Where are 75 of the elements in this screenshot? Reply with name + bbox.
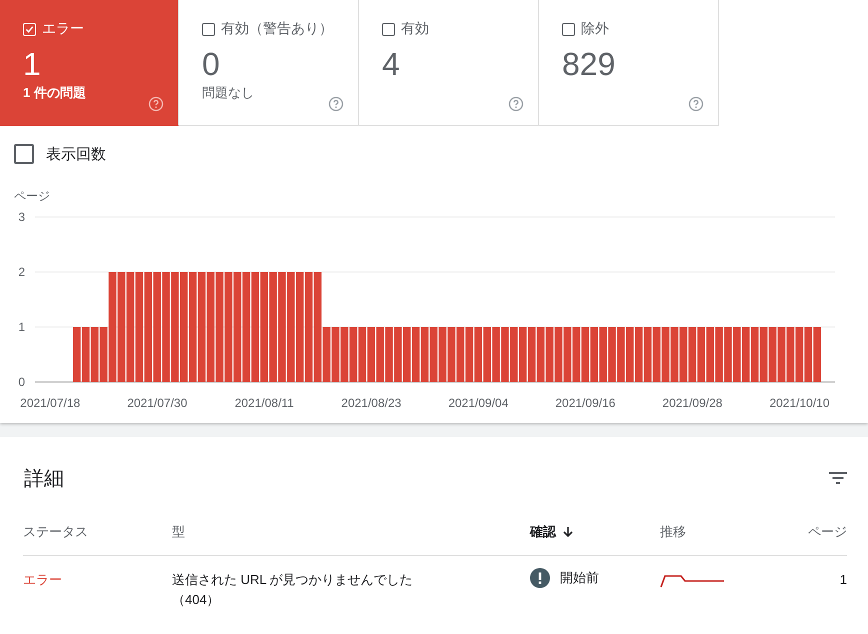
chart-bar	[813, 327, 822, 382]
chart-bar	[742, 327, 750, 382]
chart-bar	[697, 327, 706, 382]
axis-label: 0	[18, 375, 25, 389]
chart-bar	[634, 327, 643, 382]
sort-arrow-icon	[562, 526, 574, 538]
card-count: 4	[382, 45, 401, 84]
chart-bar	[90, 327, 99, 382]
checkbox-label: 表示回数	[46, 144, 106, 164]
card-subtitle: 問題なし	[202, 84, 255, 102]
chart-bar	[528, 327, 536, 382]
column-header[interactable]: 確認	[530, 501, 660, 556]
help-icon[interactable]	[148, 96, 164, 112]
chart-bar	[465, 327, 474, 382]
chart-bar	[518, 327, 527, 382]
chart-bar	[367, 327, 376, 382]
help-icon[interactable]	[688, 96, 704, 112]
filter-icon[interactable]	[828, 471, 848, 485]
card-count: 1	[23, 45, 42, 84]
alert-icon	[530, 568, 550, 588]
card-label: 有効（警告あり）	[221, 20, 333, 38]
table-cell-text: 1	[838, 571, 847, 589]
chart-bar	[536, 327, 545, 382]
axis-label: 3	[18, 210, 25, 224]
chart-bar	[688, 327, 696, 382]
table-cell-text: 送信された URL が見つかりませんでした（404）	[172, 571, 414, 609]
card-label: 除外	[581, 20, 609, 38]
column-header[interactable]: 型	[172, 501, 530, 556]
axis-title: ページ	[14, 188, 51, 205]
chart-bar	[82, 327, 90, 382]
column-header[interactable]: ステータス	[23, 501, 172, 556]
chart-bar	[750, 327, 759, 382]
chart-bar	[804, 327, 812, 382]
card-subtitle: 1 件の問題	[23, 84, 87, 102]
axis-label: 2021/10/10	[769, 396, 830, 410]
axis-label: 2021/08/23	[341, 396, 402, 410]
help-icon[interactable]	[328, 96, 344, 112]
chart-bar	[420, 327, 429, 382]
column-header[interactable]: ページ	[790, 501, 847, 556]
status-card[interactable]: エラー 1 1 件の問題	[0, 0, 179, 126]
checkbox[interactable]	[202, 22, 215, 36]
checkbox[interactable]	[562, 22, 575, 36]
table-cell-text: 開始前	[560, 569, 599, 587]
card-count: 829	[562, 45, 616, 84]
chart-bar	[644, 327, 652, 382]
axis-label: 2021/08/11	[234, 396, 294, 410]
axis-label: 2021/09/28	[662, 396, 722, 410]
axis-label: 2021/09/04	[448, 396, 508, 410]
status-card[interactable]: 除外 829	[539, 0, 719, 126]
status-card[interactable]: 有効 4	[359, 0, 539, 126]
chart-bar	[590, 327, 598, 382]
axis-label: 2021/07/18	[20, 396, 80, 410]
chart-bar	[581, 327, 590, 382]
checkbox[interactable]	[382, 22, 395, 36]
status-card[interactable]: 有効（警告あり） 0 問題なし	[179, 0, 359, 126]
chart-bar	[572, 327, 580, 382]
axis-label: 1	[18, 320, 25, 334]
chart-bar	[72, 327, 81, 382]
axis-label: 2	[18, 265, 25, 279]
chart-bar	[349, 327, 358, 382]
chart-bar	[760, 327, 768, 382]
card-label: エラー	[42, 20, 84, 38]
axis-label: 2021/07/30	[127, 396, 188, 410]
chart-bar	[412, 327, 420, 382]
card-label: 有効	[401, 20, 429, 38]
checkbox[interactable]	[14, 144, 34, 164]
chart-bar	[358, 327, 366, 382]
axis-label: 2021/09/16	[555, 396, 616, 410]
section-title: 詳細	[24, 466, 64, 492]
chart-bar	[795, 327, 804, 382]
chart-bar	[474, 327, 482, 382]
table-cell-text: エラー	[23, 571, 63, 589]
card-count: 0	[202, 45, 221, 84]
column-header[interactable]: 推移	[660, 501, 790, 556]
help-icon[interactable]	[508, 96, 524, 112]
